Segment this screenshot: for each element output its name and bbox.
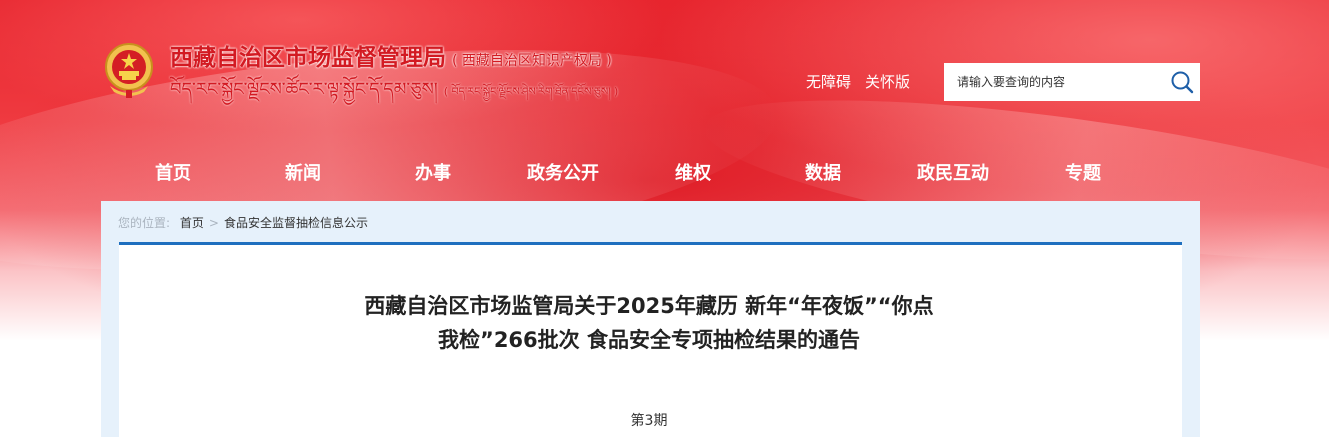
search-icon[interactable] (1170, 70, 1194, 94)
breadcrumb-current[interactable]: 食品安全监督抽检信息公示 (224, 216, 368, 230)
site-title[interactable]: 西藏自治区市场监督管理局 ( 西藏自治区知识产权局 ) (170, 43, 612, 73)
article-issue: 第3期 (630, 413, 668, 429)
elder-mode-link[interactable]: 关怀版 (865, 73, 910, 91)
site-title-tb-sub: ( བོད་རང་སྐྱོང་ལྗོངས་ཤེས་རིག་ཐོན་དངོས་ཅུ… (443, 85, 619, 98)
nav-item-rights[interactable]: 维权 (628, 158, 758, 190)
search-box (944, 63, 1200, 101)
article-panel: 西藏自治区市场监管局关于2025年藏历 新年“年夜饭”“你点我检”266批次 食… (119, 242, 1182, 440)
breadcrumb-home[interactable]: 首页 (180, 216, 204, 230)
search-input[interactable] (944, 63, 1164, 101)
site-title-tibetan: བོད་རང་སྐྱོང་ལྗོངས་ཚོང་ར་ལྟ་སྐྱོང་དོ་དམ་… (170, 78, 618, 102)
site-title-cn-sub: ( 西藏自治区知识产权局 ) (452, 53, 612, 69)
main-nav: 首页 新闻 办事 政务公开 维权 数据 政民互动 专题 (108, 158, 1218, 190)
breadcrumb: 您的位置: 首页 > 食品安全监督抽检信息公示 (118, 213, 368, 233)
nav-item-services[interactable]: 办事 (368, 158, 498, 190)
accessibility-link[interactable]: 无障碍 (806, 73, 851, 91)
breadcrumb-label: 您的位置: (118, 216, 171, 230)
nav-item-interaction[interactable]: 政民互动 (888, 158, 1018, 190)
top-links: 无障碍 关怀版 (806, 71, 924, 93)
nav-item-home[interactable]: 首页 (108, 158, 238, 190)
nav-item-news[interactable]: 新闻 (238, 158, 368, 190)
article-title: 西藏自治区市场监管局关于2025年藏历 新年“年夜饭”“你点我检”266批次 食… (364, 294, 934, 352)
breadcrumb-separator: > (208, 216, 219, 230)
site-title-cn: 西藏自治区市场监督管理局 (170, 45, 446, 71)
nav-item-topics[interactable]: 专题 (1018, 158, 1148, 190)
nav-item-open-government[interactable]: 政务公开 (498, 158, 628, 190)
site-title-tb: བོད་རང་སྐྱོང་ལྗོངས་ཚོང་ར་ལྟ་སྐྱོང་དོ་དམ་… (170, 79, 438, 100)
nav-item-data[interactable]: 数据 (758, 158, 888, 190)
national-emblem-icon (104, 42, 154, 100)
